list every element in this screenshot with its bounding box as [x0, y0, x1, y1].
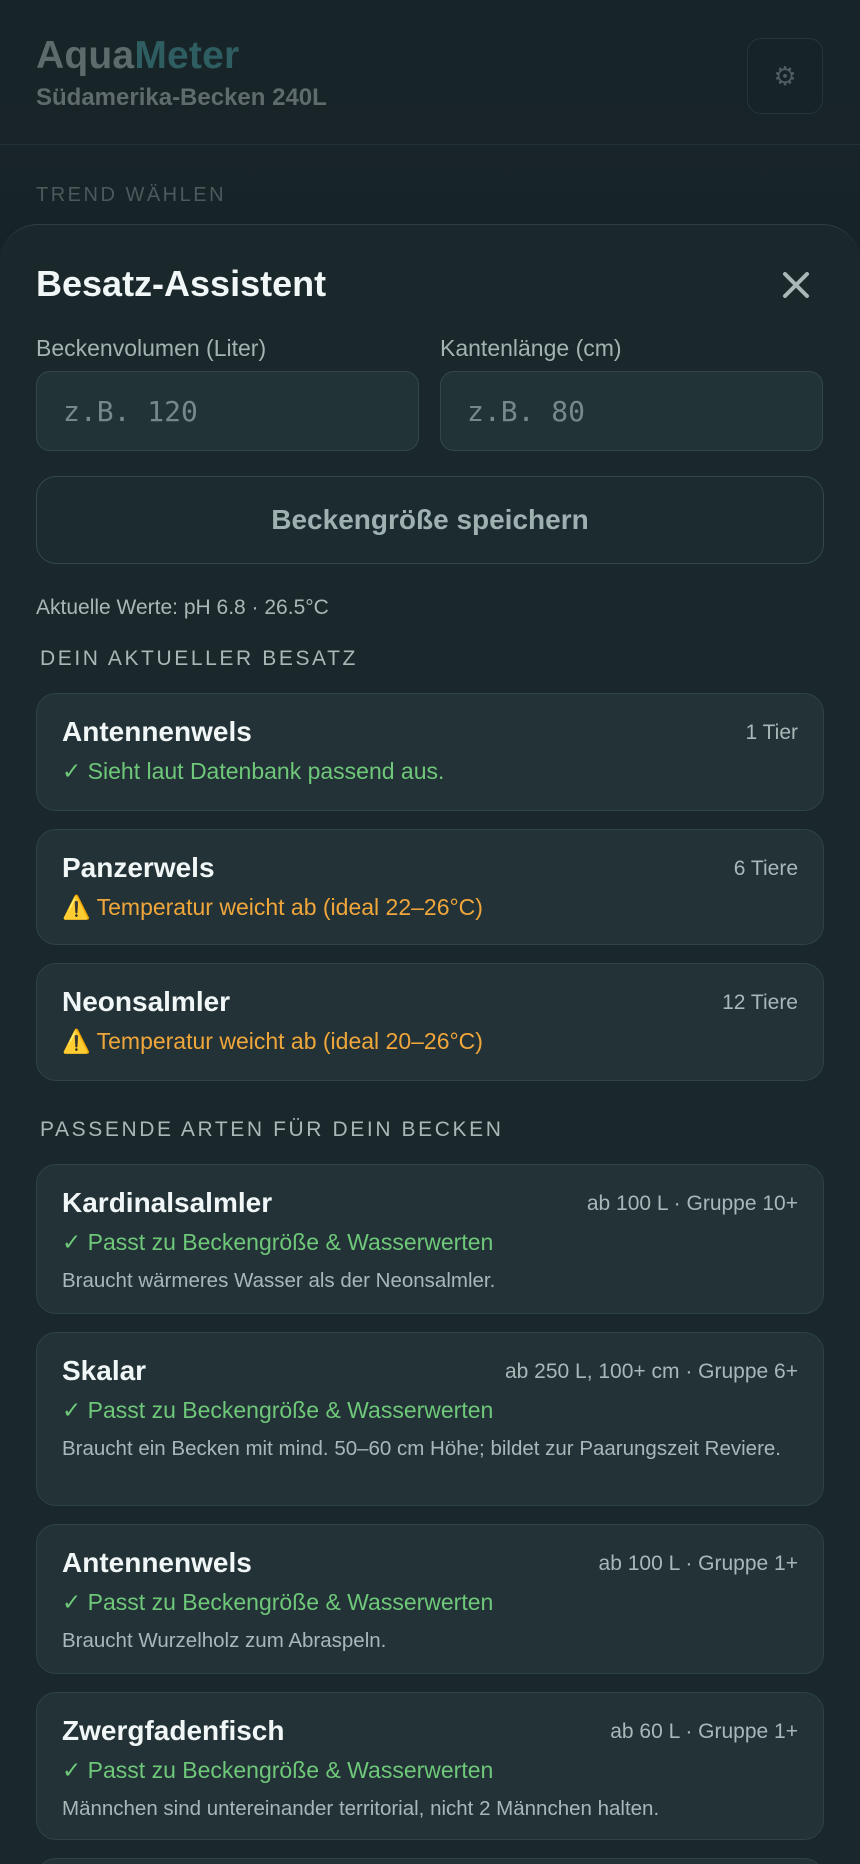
stock-card[interactable]: Antennenwels 1 Tier ✓ Sieht laut Datenba… — [36, 693, 824, 811]
sheet-title: Besatz-Assistent — [36, 263, 327, 304]
volume-input[interactable] — [36, 371, 419, 451]
stock-card[interactable]: Panzerwels 6 Tiere ⚠️ Temperatur weicht … — [36, 829, 824, 945]
stock-count: 1 Tier — [745, 721, 798, 744]
suggestion-card[interactable]: Antennenwels ab 100 L · Gruppe 1+ ✓ Pass… — [36, 1524, 824, 1674]
current-stock-heading: DEIN AKTUELLER BESATZ — [40, 647, 358, 670]
species-requirements: ab 100 L · Gruppe 10+ — [586, 1192, 798, 1215]
compat-status: ✓ Passt zu Beckengröße & Wasserwerten — [62, 1397, 494, 1423]
suggestions-heading: PASSENDE ARTEN FÜR DEIN BECKEN — [40, 1118, 504, 1141]
stocking-assistant-sheet: Besatz-Assistent Beckenvolumen (Liter) K… — [0, 224, 860, 1864]
save-tank-size-button[interactable]: Beckengröße speichern — [36, 476, 824, 564]
suggestion-card[interactable]: Kardinalsalmler ab 100 L · Gruppe 10+ ✓ … — [36, 1164, 824, 1314]
suggestion-card[interactable]: Skalar ab 250 L, 100+ cm · Gruppe 6+ ✓ P… — [36, 1332, 824, 1506]
species-requirements: ab 250 L, 100+ cm · Gruppe 6+ — [504, 1360, 798, 1383]
volume-label: Beckenvolumen (Liter) — [36, 335, 267, 361]
suggestion-card[interactable]: Zwergfadenfisch ab 60 L · Gruppe 1+ ✓ Pa… — [36, 1692, 824, 1840]
species-name: Antennenwels — [62, 716, 252, 747]
trend-section-label: TREND WÄHLEN — [36, 184, 227, 206]
brand-part-aqua: Aqua — [36, 34, 135, 77]
tank-name: Südamerika-Becken 240L — [36, 84, 327, 111]
species-requirements: ab 100 L · Gruppe 1+ — [598, 1552, 798, 1575]
species-name: Panzerwels — [62, 852, 215, 883]
species-name: Zwergfadenfisch — [62, 1715, 285, 1746]
species-name: Skalar — [62, 1355, 147, 1386]
species-name: Kardinalsalmler — [62, 1187, 273, 1218]
stock-count: 6 Tiere — [733, 857, 798, 880]
compat-status: ⚠️ Temperatur weicht ab (ideal 22–26°C) — [62, 894, 483, 920]
stock-count: 12 Tiere — [722, 991, 798, 1014]
species-name: Antennenwels — [62, 1547, 252, 1578]
length-label: Kantenlänge (cm) — [440, 335, 622, 361]
species-note: Braucht Wurzelholz zum Abraspeln. — [62, 1629, 387, 1652]
compat-status: ✓ Passt zu Beckengröße & Wasserwerten — [62, 1757, 494, 1783]
app-brand: AquaMeter — [36, 34, 824, 78]
compat-status: ✓ Sieht laut Datenbank passend aus. — [62, 758, 445, 784]
close-button[interactable] — [776, 265, 816, 305]
species-note: Braucht wärmeres Wasser als der Neonsalm… — [62, 1269, 496, 1292]
compat-status: ⚠️ Temperatur weicht ab (ideal 20–26°C) — [62, 1028, 483, 1054]
settings-button[interactable]: ⚙ — [747, 38, 823, 114]
species-name: Neonsalmler — [62, 986, 231, 1017]
current-values: Aktuelle Werte: pH 6.8 · 26.5°C — [36, 596, 329, 619]
suggestion-card[interactable] — [36, 1858, 824, 1864]
species-note: Braucht ein Becken mit mind. 50–60 cm Hö… — [62, 1437, 782, 1460]
compat-status: ✓ Passt zu Beckengröße & Wasserwerten — [62, 1589, 494, 1615]
gear-icon: ⚙ — [773, 60, 797, 91]
app-header: AquaMeter Südamerika-Becken 240L ⚙ — [0, 0, 860, 145]
close-icon — [783, 272, 809, 298]
species-note: Männchen sind untereinander territorial,… — [62, 1797, 660, 1820]
brand-part-meter: Meter — [134, 34, 240, 77]
compat-status: ✓ Passt zu Beckengröße & Wasserwerten — [62, 1229, 494, 1255]
species-requirements: ab 60 L · Gruppe 1+ — [610, 1720, 798, 1743]
stock-card[interactable]: Neonsalmler 12 Tiere ⚠️ Temperatur weich… — [36, 963, 824, 1081]
length-input[interactable] — [440, 371, 823, 451]
app-root: AquaMeter Südamerika-Becken 240L ⚙ TREND… — [0, 0, 860, 1864]
